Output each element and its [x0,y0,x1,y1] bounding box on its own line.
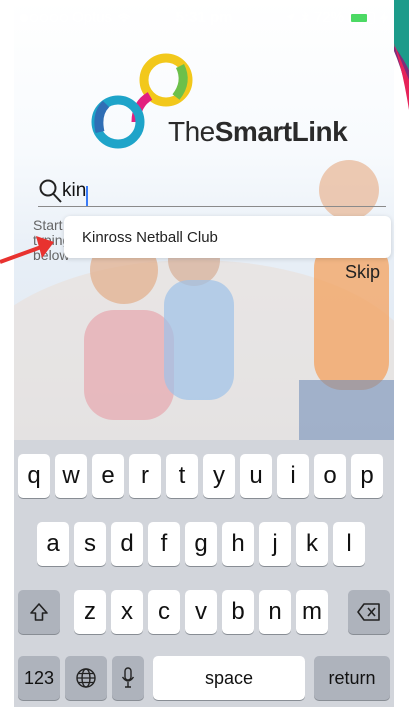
key-s[interactable]: s [74,522,106,566]
key-r[interactable]: r [129,454,161,498]
key-h[interactable]: h [222,522,254,566]
key-m[interactable]: m [296,590,328,634]
key-b[interactable]: b [222,590,254,634]
key-o[interactable]: o [314,454,346,498]
key-p[interactable]: p [351,454,383,498]
red-arrow-annotation [0,236,54,264]
location-icon [285,13,295,22]
delete-icon [357,603,380,621]
delete-key[interactable] [348,590,390,634]
search-icon [39,179,62,203]
brand-wordmark: TheSmartLink [168,116,348,148]
text-cursor [86,186,88,206]
key-z[interactable]: z [74,590,106,634]
onscreen-keyboard: q w e r t y u i o p a s d f g h j k l z … [14,440,394,707]
skip-button[interactable]: Skip [345,262,380,283]
key-t[interactable]: t [166,454,198,498]
key-a[interactable]: a [37,522,69,566]
key-w[interactable]: w [55,454,87,498]
key-y[interactable]: y [203,454,235,498]
suggestion-item[interactable]: Kinross Netball Club [82,229,218,246]
key-x[interactable]: x [111,590,143,634]
key-k[interactable]: k [296,522,328,566]
key-d[interactable]: d [111,522,143,566]
shift-key[interactable] [18,590,60,634]
search-field[interactable] [38,176,386,207]
key-l[interactable]: l [333,522,365,566]
globe-key[interactable] [65,656,107,700]
numbers-key[interactable]: 123 [18,656,60,700]
key-g[interactable]: g [185,522,217,566]
return-key[interactable]: return [314,656,390,700]
key-n[interactable]: n [259,590,291,634]
key-i[interactable]: i [277,454,309,498]
brand-name-light: The [168,116,215,147]
bluetooth-icon [301,11,309,24]
charging-icon [380,11,388,24]
shift-icon [30,603,48,621]
key-v[interactable]: v [185,590,217,634]
battery-icon [349,11,375,24]
status-bar: Optus 5:31 pm 72% [14,0,394,36]
microphone-icon [121,667,135,688]
key-u[interactable]: u [240,454,272,498]
search-input[interactable] [62,180,362,202]
key-j[interactable]: j [259,522,291,566]
space-key[interactable]: space [153,656,305,700]
globe-icon [76,668,96,688]
key-e[interactable]: e [92,454,124,498]
battery-percentage: 72% [313,9,344,26]
dictation-key[interactable] [112,656,144,700]
key-q[interactable]: q [18,454,50,498]
brand-name-bold: SmartLink [214,116,348,147]
key-c[interactable]: c [148,590,180,634]
suggestion-dropdown: Kinross Netball Club [64,216,391,258]
key-f[interactable]: f [148,522,180,566]
